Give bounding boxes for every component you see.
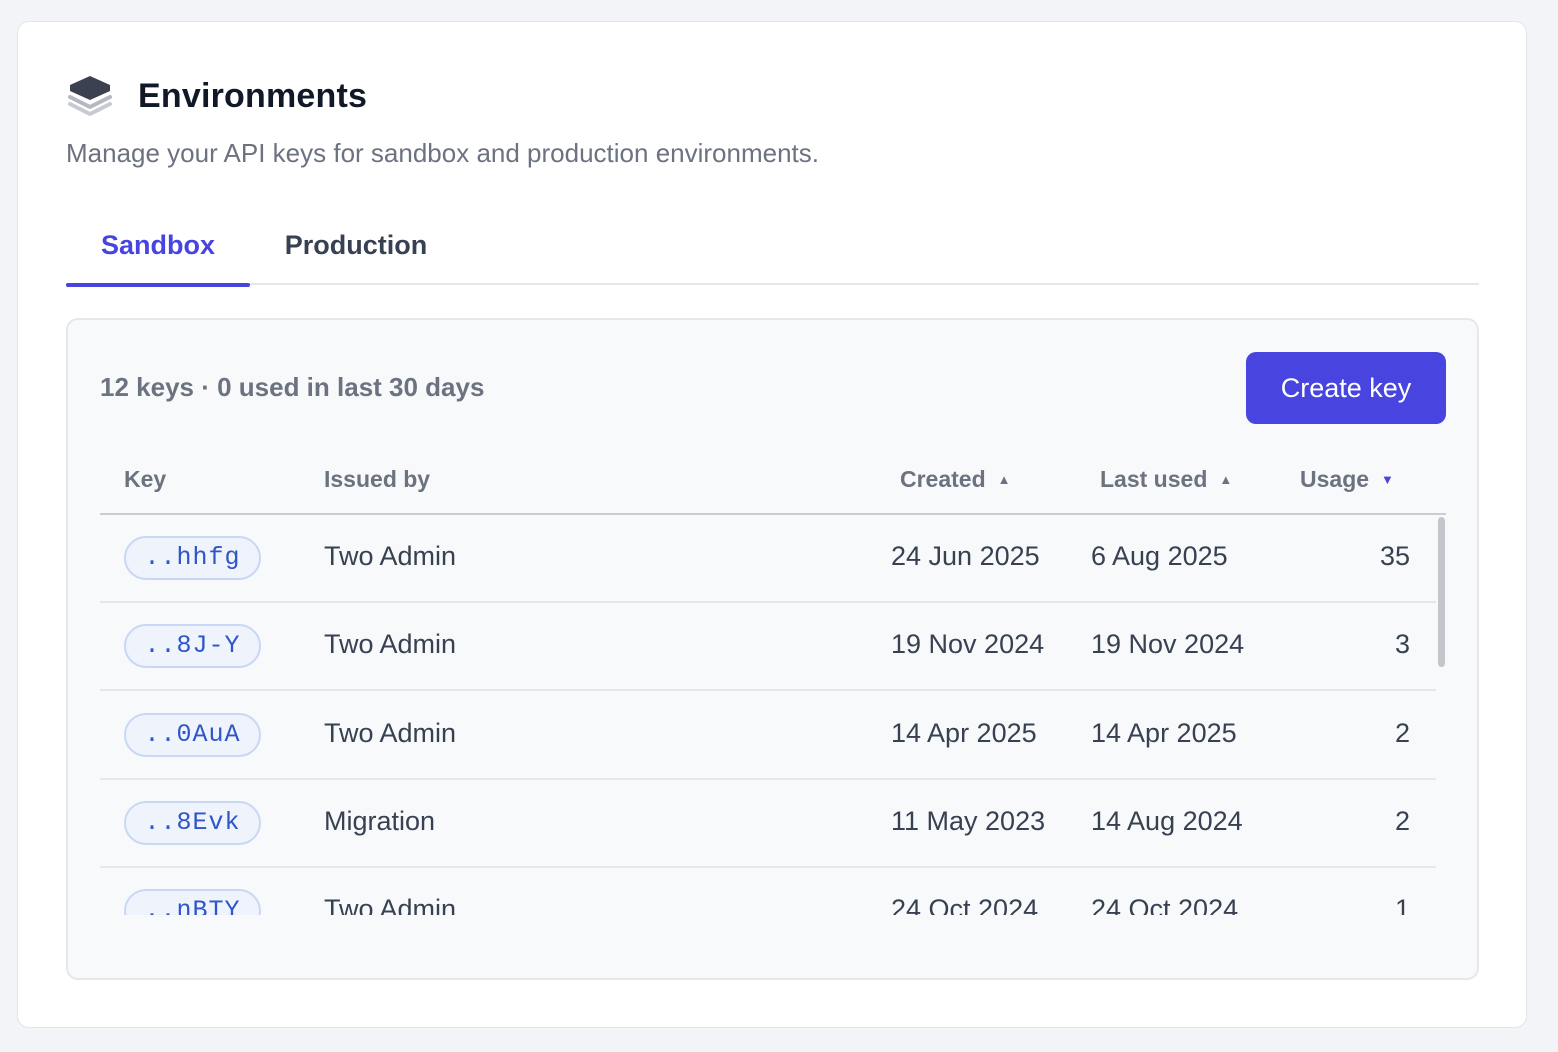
- column-header-created-label: Created: [900, 466, 986, 492]
- column-header-issued-by-label: Issued by: [324, 466, 431, 492]
- page-subtitle: Manage your API keys for sandbox and pro…: [66, 138, 819, 168]
- table-row[interactable]: ..0AuA Two Admin 14 Apr 2025 14 Apr 2025…: [100, 692, 1436, 780]
- table-row[interactable]: ..nBTY Two Admin 24 Oct 2024 24 Oct 2024…: [100, 868, 1436, 915]
- issued-by-cell: Two Admin: [324, 541, 457, 571]
- last-used-cell: 19 Nov 2024: [1091, 629, 1245, 659]
- keys-panel: 12 keys · 0 used in last 30 days Create …: [66, 318, 1479, 980]
- issued-by-cell: Two Admin: [324, 629, 457, 659]
- issued-by-cell: Two Admin: [324, 718, 457, 748]
- created-cell: 19 Nov 2024: [891, 629, 1045, 659]
- card-header: Environments: [66, 72, 367, 120]
- key-chip[interactable]: ..nBTY: [124, 889, 261, 915]
- table-row[interactable]: ..8J-Y Two Admin 19 Nov 2024 19 Nov 2024…: [100, 603, 1436, 691]
- last-used-cell: 24 Oct 2024: [1091, 894, 1239, 915]
- keys-summary: 12 keys · 0 used in last 30 days: [100, 372, 485, 402]
- column-header-usage[interactable]: Usage ▼: [1300, 466, 1394, 493]
- column-header-last-used[interactable]: Last used ▲: [1100, 466, 1232, 493]
- usage-cell: 1: [1394, 894, 1410, 915]
- usage-cell: 3: [1394, 629, 1410, 659]
- tab-sandbox[interactable]: Sandbox: [66, 218, 250, 287]
- last-used-cell: 14 Apr 2025: [1091, 718, 1237, 748]
- column-header-usage-label: Usage: [1300, 466, 1370, 492]
- sort-desc-icon: ▼: [1381, 472, 1394, 487]
- scrollbar-thumb[interactable]: [1438, 517, 1445, 667]
- created-cell: 14 Apr 2025: [891, 718, 1037, 748]
- create-key-button[interactable]: Create key: [1246, 352, 1446, 424]
- issued-by-cell: Migration: [324, 806, 436, 836]
- last-used-cell: 14 Aug 2024: [1091, 806, 1243, 836]
- table-row[interactable]: ..hhfg Two Admin 24 Jun 2025 6 Aug 2025 …: [100, 515, 1436, 603]
- sort-asc-icon: ▲: [997, 472, 1011, 487]
- issued-by-cell: Two Admin: [324, 894, 457, 915]
- layers-icon: [66, 72, 114, 120]
- table-scrollbar[interactable]: [1436, 515, 1446, 915]
- created-cell: 24 Oct 2024: [891, 894, 1039, 915]
- column-header-last-used-label: Last used: [1100, 466, 1208, 492]
- usage-cell: 35: [1379, 541, 1410, 571]
- tab-production[interactable]: Production: [250, 218, 462, 285]
- column-header-key: Key: [124, 466, 166, 493]
- last-used-cell: 6 Aug 2025: [1091, 541, 1228, 571]
- table-header: Key Issued by Created ▲ Last used ▲ Usag…: [100, 450, 1446, 515]
- environments-card: Environments Manage your API keys for sa…: [17, 21, 1527, 1028]
- key-chip[interactable]: ..8Evk: [124, 801, 261, 845]
- table-row[interactable]: ..8Evk Migration 11 May 2023 14 Aug 2024…: [100, 780, 1436, 868]
- column-header-key-label: Key: [124, 466, 167, 492]
- environment-tabs: Sandbox Production: [66, 218, 1479, 287]
- column-header-issued-by: Issued by: [324, 466, 430, 493]
- column-header-created[interactable]: Created ▲: [900, 466, 1011, 493]
- page-title: Environments: [138, 76, 368, 115]
- key-chip[interactable]: ..8J-Y: [124, 624, 261, 668]
- key-chip[interactable]: ..0AuA: [124, 713, 261, 757]
- created-cell: 11 May 2023: [891, 806, 1046, 836]
- usage-cell: 2: [1394, 806, 1410, 836]
- key-chip[interactable]: ..hhfg: [124, 536, 261, 580]
- created-cell: 24 Jun 2025: [891, 541, 1040, 571]
- table-body[interactable]: ..hhfg Two Admin 24 Jun 2025 6 Aug 2025 …: [100, 515, 1446, 915]
- sort-asc-icon: ▲: [1219, 472, 1233, 487]
- usage-cell: 2: [1394, 718, 1410, 748]
